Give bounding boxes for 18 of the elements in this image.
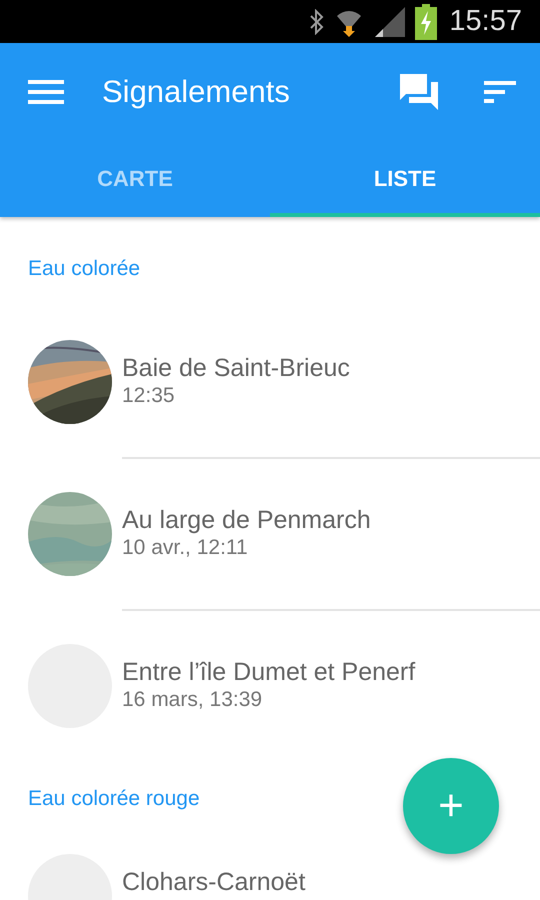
menu-icon[interactable] [28,80,64,104]
sort-icon[interactable] [484,80,516,102]
report-title[interactable]: Au large de Penmarch [122,506,371,534]
tab[interactable]: LISTE [270,140,540,217]
section-header: Eau colorée [28,256,140,282]
section-header: Eau colorée rouge [28,786,200,812]
report-title[interactable]: Baie de Saint-Brieuc [122,354,350,382]
report-title[interactable]: Clohars-Carnoët [122,868,306,896]
report-time: 10 avr., 12:11 [122,535,249,561]
app-title: Signalements [102,74,291,110]
status-time: 15:57 [449,5,522,38]
report-title[interactable]: Entre l’île Dumet et Penerf [122,658,416,686]
report-time: 12:35 [122,383,176,409]
signal-icon [373,6,406,36]
battery-charging-icon [415,4,438,40]
chat-icon[interactable] [400,74,438,110]
bluetooth-icon [309,8,326,34]
report-time: 16 mars, 13:39 [122,687,264,713]
